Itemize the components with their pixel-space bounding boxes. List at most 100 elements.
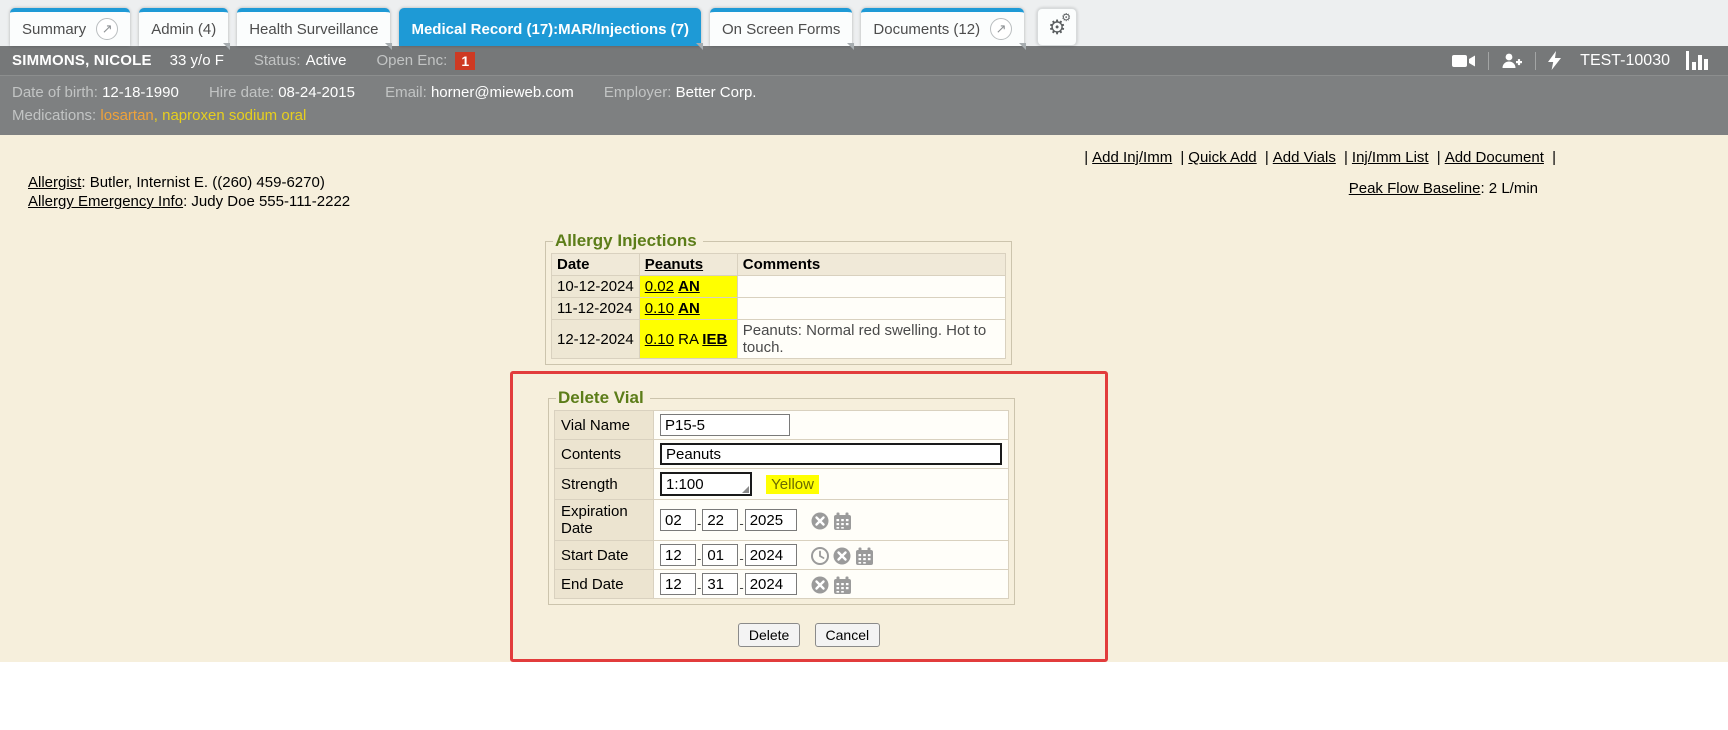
form-row-contents: Contents — [555, 440, 1009, 469]
expiration-day-input[interactable] — [702, 509, 738, 531]
open-enc-badge[interactable]: 1 — [455, 52, 475, 70]
end-month-input[interactable] — [660, 573, 696, 595]
allergist-link[interactable]: Allergist — [28, 174, 81, 191]
calendar-icon[interactable] — [833, 576, 852, 594]
add-inj-imm-link[interactable]: Add Inj/Imm — [1092, 149, 1172, 166]
tab-health-surveillance[interactable]: Health Surveillance — [237, 8, 390, 46]
injection-date: 11-12-2024 — [552, 298, 640, 320]
peak-flow-line: Peak Flow Baseline: 2 L/min — [1080, 180, 1560, 197]
clear-date-icon[interactable] — [811, 512, 829, 530]
injection-dose-cell: 0.10 AN — [639, 298, 737, 320]
allergy-emergency-value: : Judy Doe 555-111-2222 — [183, 193, 350, 210]
inj-imm-list-link[interactable]: Inj/Imm List — [1352, 149, 1429, 166]
date-separator: - — [697, 516, 701, 531]
injection-comments — [737, 276, 1005, 298]
medication-naproxen-link[interactable]: naproxen sodium oral — [162, 107, 306, 124]
clock-icon[interactable] — [811, 547, 829, 565]
injection-dose-cell: 0.10 RA IEB — [639, 320, 737, 359]
tab-health-surveillance-label: Health Surveillance — [249, 21, 378, 38]
contents-label: Contents — [555, 440, 654, 469]
table-header-row: Date Peanuts Comments — [552, 254, 1006, 276]
tab-summary[interactable]: Summary ↗ — [10, 8, 130, 46]
col-header-peanuts[interactable]: Peanuts — [639, 254, 737, 276]
injection-date: 10-12-2024 — [552, 276, 640, 298]
link-separator: | — [1437, 149, 1441, 166]
end-day-input[interactable] — [702, 573, 738, 595]
tab-bar: Summary ↗ Admin (4) Health Surveillance … — [0, 0, 1728, 46]
bar-chart-icon[interactable] — [1686, 51, 1712, 70]
vial-color-tag: Yellow — [766, 475, 819, 494]
start-month-input[interactable] — [660, 544, 696, 566]
reaction-code-plain: RA — [678, 331, 698, 348]
date-separator: - — [739, 551, 743, 566]
add-document-link[interactable]: Add Document — [1445, 149, 1544, 166]
start-year-input[interactable] — [745, 544, 797, 566]
start-day-input[interactable] — [702, 544, 738, 566]
allergy-emergency-link[interactable]: Allergy Emergency Info — [28, 193, 183, 210]
expiration-month-input[interactable] — [660, 509, 696, 531]
expiration-year-input[interactable] — [745, 509, 797, 531]
peanuts-column-link[interactable]: Peanuts — [645, 256, 703, 273]
dose-link[interactable]: 0.02 — [645, 278, 674, 295]
quick-links-bar: |Add Inj/Imm |Quick Add |Add Vials |Inj/… — [1080, 149, 1560, 166]
clear-date-icon[interactable] — [833, 547, 851, 565]
settings-gear-button[interactable]: ⚙ ⚙ — [1037, 8, 1077, 46]
employer-value: Better Corp. — [676, 84, 757, 101]
patient-banner: SIMMONS, NICOLE 33 y/o F Status: Active … — [0, 46, 1728, 76]
end-date-label: End Date — [555, 570, 654, 599]
email-value: horner@mieweb.com — [431, 84, 574, 101]
date-separator: - — [697, 551, 701, 566]
table-row: 12-12-2024 0.10 RA IEB Peanuts: Normal r… — [552, 320, 1006, 359]
vial-name-input[interactable] — [660, 414, 790, 436]
employer-label: Employer: — [604, 84, 672, 101]
reaction-code-link[interactable]: AN — [678, 278, 700, 295]
lightning-bolt-icon[interactable] — [1548, 51, 1562, 70]
quick-add-link[interactable]: Quick Add — [1188, 149, 1256, 166]
calendar-icon[interactable] — [855, 547, 874, 565]
popout-icon[interactable]: ↗ — [96, 18, 118, 40]
add-vials-link[interactable]: Add Vials — [1273, 149, 1336, 166]
status-label: Status: — [254, 52, 301, 69]
gear-small-icon: ⚙ — [1061, 11, 1071, 24]
reaction-code-link[interactable]: IEB — [702, 331, 727, 348]
calendar-icon[interactable] — [833, 512, 852, 530]
add-person-icon[interactable] — [1501, 52, 1523, 70]
date-separator: - — [739, 580, 743, 595]
injection-comments — [737, 298, 1005, 320]
hire-date-value: 08-24-2015 — [278, 84, 355, 101]
demographics-line: Date of birth: 12-18-1990 Hire date: 08-… — [12, 81, 1712, 104]
open-enc-label: Open Enc: — [376, 52, 447, 69]
tab-admin[interactable]: Admin (4) — [139, 8, 228, 46]
tab-documents[interactable]: Documents (12) ↗ — [861, 8, 1024, 46]
dose-link[interactable]: 0.10 — [645, 300, 674, 317]
medication-losartan-link[interactable]: losartan — [100, 107, 153, 124]
delete-vial-title: Delete Vial — [556, 388, 650, 408]
content-area: Allergist: Butler, Internist E. ((260) 4… — [0, 135, 1728, 662]
dob-label: Date of birth: — [12, 84, 98, 101]
link-separator: | — [1552, 149, 1556, 166]
top-row: Allergist: Butler, Internist E. ((260) 4… — [0, 149, 1728, 211]
clear-date-icon[interactable] — [811, 576, 829, 594]
video-camera-icon[interactable] — [1452, 53, 1476, 69]
link-separator: | — [1265, 149, 1269, 166]
delete-button[interactable]: Delete — [738, 623, 800, 647]
allergy-emergency-line: Allergy Emergency Info: Judy Doe 555-111… — [28, 192, 350, 211]
delete-vial-fieldset: Delete Vial Vial Name Contents Strength — [548, 388, 1015, 605]
tab-medical-record[interactable]: Medical Record (17):MAR/Injections (7) — [399, 8, 701, 46]
reaction-code-link[interactable]: AN — [678, 300, 700, 317]
contents-input[interactable] — [660, 443, 1002, 465]
resize-grip[interactable] — [742, 486, 749, 493]
icon-divider — [1535, 52, 1536, 70]
patient-demographics: Date of birth: 12-18-1990 Hire date: 08-… — [0, 76, 1728, 135]
cancel-button[interactable]: Cancel — [815, 623, 881, 647]
popout-icon[interactable]: ↗ — [990, 18, 1012, 40]
tab-on-screen-forms[interactable]: On Screen Forms — [710, 8, 852, 46]
peak-flow-baseline-link[interactable]: Peak Flow Baseline — [1349, 180, 1481, 197]
end-year-input[interactable] — [745, 573, 797, 595]
form-buttons: Delete Cancel — [513, 623, 1105, 647]
patient-name: SIMMONS, NICOLE — [12, 52, 152, 69]
strength-input[interactable] — [660, 472, 752, 496]
allergy-injections-title: Allergy Injections — [553, 231, 703, 251]
dose-link[interactable]: 0.10 — [645, 331, 674, 348]
allergy-injections-section: Allergy Injections Date Peanuts Comments… — [545, 231, 1012, 365]
